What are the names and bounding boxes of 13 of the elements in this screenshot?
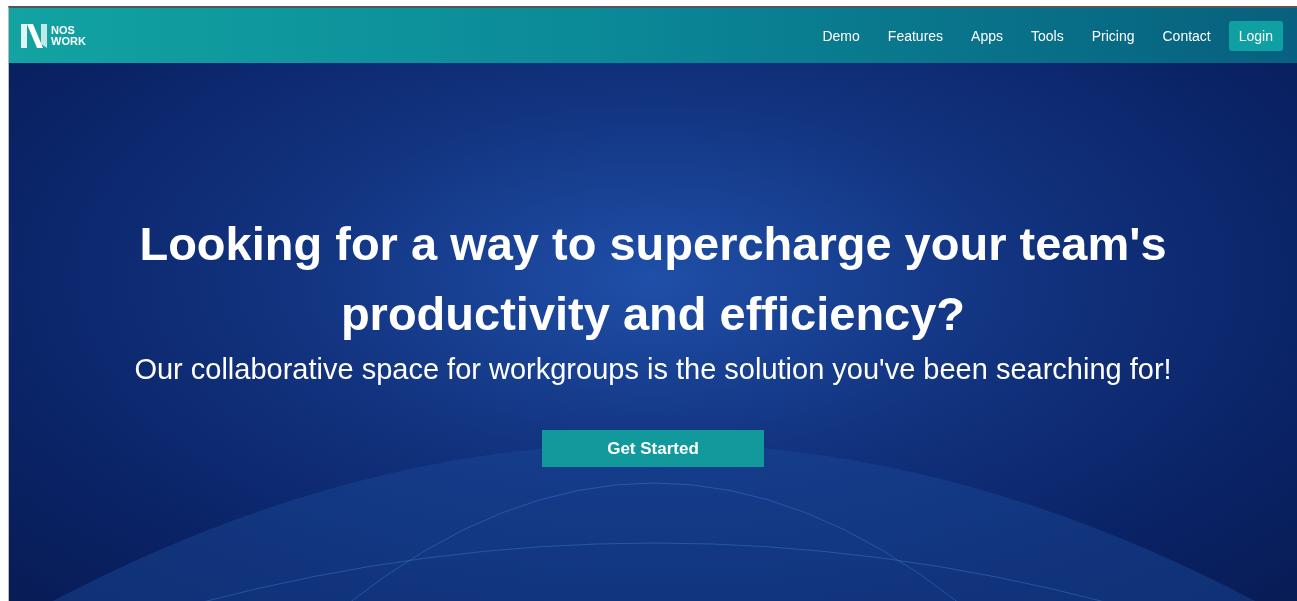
nav-link[interactable]: Features — [877, 21, 954, 50]
nav-link[interactable]: Apps — [961, 21, 1013, 50]
hero-subtitle: Our collaborative space for workgroups is the solution you've been searching for! — [134, 353, 1172, 386]
get-started-button[interactable]: Get Started — [542, 430, 764, 467]
hero-heading: Looking for a way to supercharge your team's productivity and efficiency? — [138, 216, 1168, 342]
logo-text: WORK — [51, 35, 86, 47]
nav-link[interactable]: Tools — [1021, 21, 1074, 50]
logo-mark-icon — [21, 23, 47, 48]
nav-link[interactable]: Pricing — [1081, 21, 1145, 50]
logo-text: NOS — [51, 24, 76, 36]
nav-link[interactable]: Demo — [812, 21, 870, 50]
nav-link[interactable]: Contact — [1152, 21, 1221, 50]
login-button[interactable]: Login — [1228, 20, 1283, 51]
